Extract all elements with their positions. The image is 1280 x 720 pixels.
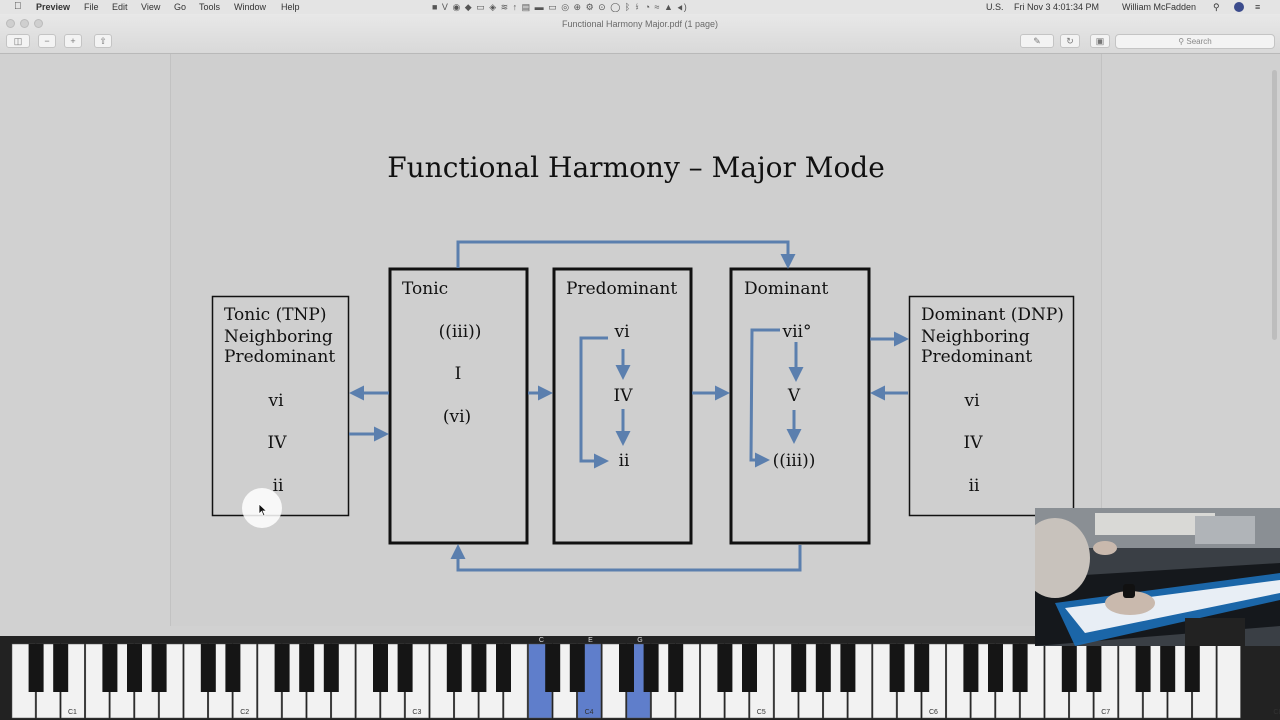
black-key[interactable] (471, 644, 487, 692)
webcam-scene-image (1035, 508, 1280, 646)
dnp-chord-ii: ii (969, 476, 980, 496)
dnp-label-line2: Neighboring (921, 327, 1030, 347)
tnp-label-line2: Neighboring (224, 327, 333, 347)
arrow-pd-vi-to-ii (579, 336, 609, 469)
black-key[interactable] (28, 644, 44, 692)
black-key[interactable] (496, 644, 511, 692)
dominant-chord-vii: vii° (782, 322, 812, 342)
black-key[interactable] (1061, 644, 1077, 692)
black-key[interactable] (373, 644, 388, 692)
black-key[interactable] (963, 644, 979, 692)
octave-label: C3 (412, 709, 421, 716)
black-key[interactable] (102, 644, 118, 692)
predominant-box (552, 267, 693, 545)
black-key[interactable] (151, 644, 167, 692)
black-key[interactable] (889, 644, 905, 692)
dnp-label-line1: Dominant (DNP) (921, 305, 1064, 325)
black-key[interactable] (1135, 644, 1151, 692)
tonic-label: Tonic (402, 279, 448, 299)
black-key[interactable] (299, 644, 315, 692)
dnp-label-line3: Predominant (921, 347, 1032, 367)
arrow-dom-vii-to-iii (749, 328, 780, 468)
octave-label: C8 (1273, 709, 1280, 716)
tonic-box (388, 267, 529, 545)
black-key[interactable] (569, 644, 585, 692)
black-key[interactable] (397, 644, 413, 692)
dnp-chord-IV: IV (964, 433, 984, 453)
webcam-overlay (1035, 508, 1280, 646)
black-key[interactable] (668, 644, 684, 692)
dominant-label: Dominant (744, 279, 828, 299)
octave-label: C2 (240, 709, 249, 716)
highlight-note-label: C (539, 637, 544, 644)
black-key[interactable] (53, 644, 69, 692)
black-key[interactable] (742, 644, 757, 692)
black-key[interactable] (274, 644, 290, 692)
tonic-chord-vi: (vi) (443, 407, 471, 427)
tnp-chord-IV: IV (268, 433, 288, 453)
black-key[interactable] (446, 644, 462, 692)
black-key[interactable] (200, 644, 216, 692)
black-key[interactable] (1184, 644, 1200, 692)
diagram-title: Functional Harmony – Major Mode (387, 151, 885, 184)
tonic-chord-iii: ((iii)) (439, 322, 482, 342)
tnp-label-line3: Predominant (224, 347, 335, 367)
black-key[interactable] (815, 644, 831, 692)
white-key[interactable] (1217, 643, 1241, 719)
piano-keys: C1 C2 C3 C4 C5 C6 C7 C8 C E G (11, 637, 1280, 719)
black-key[interactable] (914, 644, 930, 692)
predominant-chord-IV: IV (614, 386, 634, 406)
black-key[interactable] (1160, 644, 1176, 692)
black-key[interactable] (225, 644, 241, 692)
predominant-label: Predominant (566, 279, 677, 299)
black-key[interactable] (127, 644, 142, 692)
black-key[interactable] (619, 644, 634, 692)
dominant-chord-iii: ((iii)) (773, 451, 816, 471)
octave-label: C1 (68, 709, 77, 716)
black-key[interactable] (323, 644, 339, 692)
arrow-dominant-to-tonic (450, 544, 802, 572)
mouse-cursor-icon (258, 503, 268, 517)
black-key[interactable] (717, 644, 733, 692)
piano-keyboard: C1 C2 C3 C4 C5 C6 C7 C8 C E G (0, 636, 1280, 720)
highlight-note-label: E (588, 637, 593, 644)
arrow-tonic-to-dominant (456, 240, 796, 269)
dominant-chord-V: V (787, 386, 801, 406)
tnp-label-line1: Tonic (TNP) (224, 305, 326, 325)
black-key[interactable] (1012, 644, 1028, 692)
tonic-chord-I: I (455, 364, 462, 384)
octave-label: C4 (585, 709, 594, 716)
black-key[interactable] (840, 644, 856, 692)
dnp-chord-vi: vi (963, 391, 980, 411)
black-key[interactable] (988, 644, 1003, 692)
predominant-chord-ii: ii (619, 451, 630, 471)
octave-label: C7 (1101, 709, 1110, 716)
octave-label: C6 (929, 709, 938, 716)
black-key[interactable] (1086, 644, 1102, 692)
octave-label: C5 (757, 709, 766, 716)
predominant-chord-vi: vi (613, 322, 630, 342)
black-key[interactable] (643, 644, 659, 692)
black-key[interactable] (545, 644, 561, 692)
tnp-chord-vi: vi (267, 391, 284, 411)
highlight-note-label: G (637, 637, 642, 644)
black-key[interactable] (791, 644, 807, 692)
